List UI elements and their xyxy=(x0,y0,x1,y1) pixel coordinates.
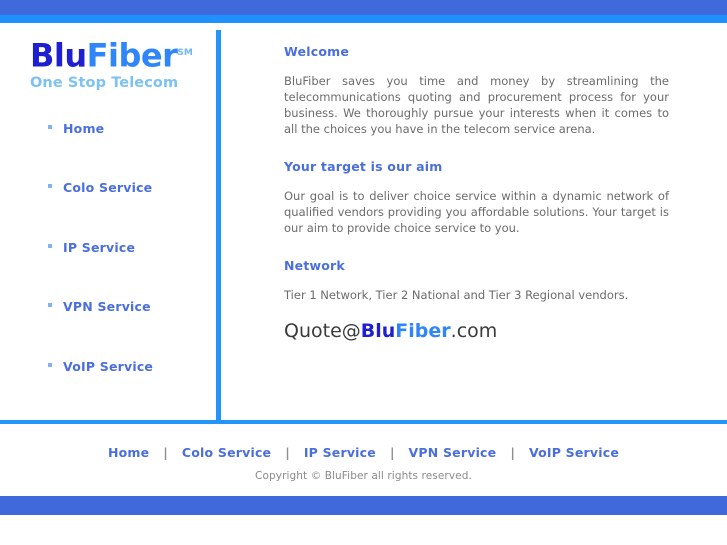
sidebar-item-label[interactable]: Home xyxy=(63,121,104,136)
bullet-icon xyxy=(48,303,52,308)
section-heading-your-target-is-our-aim: Your target is our aim xyxy=(284,159,443,174)
logo-tagline: One Stop Telecom xyxy=(30,74,179,91)
email-tld: .com xyxy=(450,320,498,342)
section-body-your-target-is-our-aim: Our goal is to deliver choice service wi… xyxy=(284,189,669,235)
footer-separator: | xyxy=(389,445,395,460)
bullet-icon xyxy=(48,243,52,248)
sidebar-item-label[interactable]: VPN Service xyxy=(63,299,151,314)
bullet-icon xyxy=(48,125,52,129)
sidebar-item-colo-service[interactable]: Colo Service xyxy=(45,177,210,236)
sidebar-item-label[interactable]: VoIP Service xyxy=(63,359,153,374)
sidebar-item-vpn-service[interactable]: VPN Service xyxy=(45,296,210,355)
footer-link-vpn-service[interactable]: VPN Service xyxy=(409,445,497,460)
top-bar-dark xyxy=(0,0,727,15)
copyright-text: Copyright © BluFiber all rights reserved… xyxy=(255,470,472,482)
sidebar-item-label[interactable]: Colo Service xyxy=(63,180,152,195)
sidebar-item-home[interactable]: Home xyxy=(45,118,210,177)
footer-link-voip-service[interactable]: VoIP Service xyxy=(529,445,619,460)
main-content: Welcome BluFiber saves you time and mone… xyxy=(284,44,669,343)
email-local-part: Quote@ xyxy=(284,320,361,342)
bullet-icon xyxy=(48,362,52,367)
top-bar-light xyxy=(0,15,727,23)
service-mark-icon: SM xyxy=(177,48,193,58)
footer-link-ip-service[interactable]: IP Service xyxy=(304,445,376,460)
contact-email[interactable]: Quote@BluFiber.com xyxy=(284,319,669,343)
sidebar-item-ip-service[interactable]: IP Service xyxy=(45,237,210,296)
email-brand-prefix: Blu xyxy=(360,320,396,342)
logo-brand-suffix: Fiber xyxy=(86,36,178,75)
section-body-network: Tier 1 Network, Tier 2 National and Tier… xyxy=(284,288,629,302)
footer-nav: Home | Colo Service | IP Service | VPN Service… xyxy=(0,442,727,461)
section-heading-network: Network xyxy=(284,258,345,273)
footer-link-colo-service[interactable]: Colo Service xyxy=(182,445,271,460)
footer-link-home[interactable]: Home xyxy=(108,445,149,460)
bullet-icon xyxy=(48,184,52,189)
sidebar-item-voip-service[interactable]: VoIP Service xyxy=(45,356,210,415)
footer-divider-rule xyxy=(0,420,727,424)
site-logo[interactable]: BluFiberSM One Stop Telecom xyxy=(30,36,210,92)
logo-brand-prefix: Blu xyxy=(30,36,87,75)
bottom-bar xyxy=(0,496,727,515)
logo-wordmark: BluFiberSM xyxy=(30,36,210,73)
email-brand-suffix: Fiber xyxy=(395,320,451,342)
footer-separator: | xyxy=(163,445,168,460)
vertical-divider xyxy=(216,30,221,424)
sidebar-nav: Home Colo Service IP Service VPN Service… xyxy=(45,118,210,415)
sidebar-item-label[interactable]: IP Service xyxy=(63,240,135,255)
footer-separator: | xyxy=(510,445,515,460)
footer-separator: | xyxy=(285,445,290,460)
section-heading-welcome: Welcome xyxy=(284,44,350,59)
section-body-welcome: BluFiber saves you time and money by str… xyxy=(284,74,669,136)
